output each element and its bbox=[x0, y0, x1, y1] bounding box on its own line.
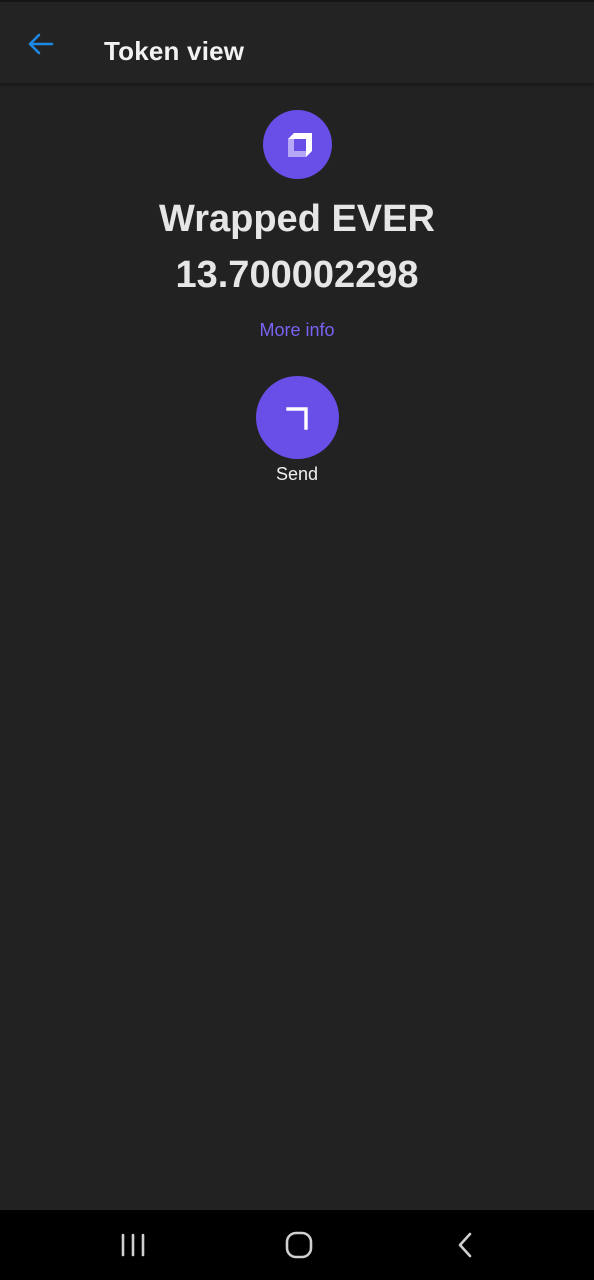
system-back-button[interactable] bbox=[435, 1224, 495, 1266]
system-nav-bar bbox=[0, 1210, 594, 1280]
token-name: Wrapped EVER bbox=[159, 198, 435, 240]
more-info-link[interactable]: More info bbox=[0, 320, 594, 341]
back-button[interactable] bbox=[20, 24, 60, 64]
home-icon bbox=[285, 1231, 313, 1259]
page-title: Token view bbox=[104, 36, 245, 66]
arrow-left-icon bbox=[28, 33, 54, 55]
app-bar: Token view bbox=[0, 0, 594, 83]
send-label: Send bbox=[275, 464, 319, 484]
token-balance: 13.700002298 bbox=[175, 254, 419, 296]
send-button[interactable] bbox=[256, 376, 339, 459]
recents-icon bbox=[121, 1233, 145, 1257]
back-chevron-icon bbox=[458, 1232, 472, 1258]
home-button[interactable] bbox=[269, 1224, 329, 1266]
token-view-screen: Token view Wrapped EVER 13.700002298 Mor… bbox=[0, 0, 594, 1280]
recents-button[interactable] bbox=[103, 1224, 163, 1266]
send-arrow-icon bbox=[285, 406, 308, 430]
wrapped-ever-logo-icon bbox=[287, 132, 312, 157]
token-avatar bbox=[263, 110, 332, 179]
